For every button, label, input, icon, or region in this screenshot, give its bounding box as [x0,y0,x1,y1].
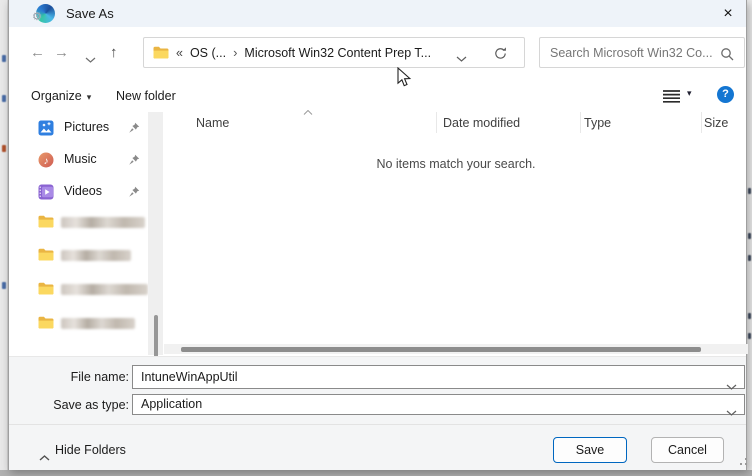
sidebar-item-videos[interactable]: Videos [9,183,148,201]
file-name-value: IntuneWinAppUtil [141,370,238,384]
folder-icon [38,248,54,261]
chevron-down-icon [726,403,737,422]
view-mode-button[interactable] [663,89,680,108]
column-header-type[interactable]: Type [584,116,611,130]
recent-locations-button[interactable] [85,50,96,68]
search-icon [720,47,734,64]
sidebar-item-folder[interactable] [9,280,148,298]
title-bar: ⚙ Save As × [9,0,746,27]
videos-icon [38,184,54,200]
background-window-edge-left [0,0,8,476]
file-name-label: File name: [29,370,129,384]
new-folder-button[interactable]: New folder [116,88,176,105]
sidebar-item-music[interactable]: ♪ Music [9,151,148,169]
refresh-button[interactable] [493,46,508,64]
back-button[interactable]: ← [30,43,45,63]
view-mode-caret[interactable]: ▾ [687,88,692,99]
chevron-down-icon [85,57,96,63]
column-separator [580,112,581,133]
pin-icon [128,186,140,198]
sidebar-item-label: Pictures [64,120,109,134]
save-as-type-label: Save as type: [29,398,129,412]
folder-icon [153,46,169,59]
column-header-size[interactable]: Size [704,116,728,130]
breadcrumb-separator: › [233,45,237,60]
search-input[interactable]: Search Microsoft Win32 Co... [539,37,745,68]
sidebar-item-folder[interactable] [9,314,148,332]
folder-icon [38,316,54,329]
hide-folders-button[interactable] [39,448,50,466]
chevron-down-icon [456,56,467,62]
folder-icon [38,215,54,228]
column-header-name[interactable]: Name [196,116,229,130]
address-bar[interactable]: « OS (... › Microsoft Win32 Content Prep… [143,37,525,68]
file-name-input[interactable]: IntuneWinAppUtil [132,365,745,389]
music-icon: ♪ [38,152,54,168]
cancel-button[interactable]: Cancel [651,437,724,463]
sidebar-item-label: Music [64,152,97,166]
sidebar-item-folder[interactable] [9,246,148,264]
screen-background: ⚙ Save As × ← → ↑ « OS (... › Microsoft … [0,0,752,476]
redacted-folder-label [61,250,131,261]
list-horizontal-scrollbar-thumb[interactable] [181,347,701,352]
background-window-edge-right [747,0,752,476]
caret-down-icon: ▾ [87,92,92,102]
pin-icon [128,154,140,166]
pictures-icon [38,120,54,136]
refresh-icon [493,46,508,61]
mouse-cursor [397,67,412,89]
sidebar-scrollbar[interactable] [148,112,163,355]
save-as-type-select[interactable]: Application [132,394,745,415]
address-dropdown-button[interactable] [456,51,467,65]
search-placeholder: Search Microsoft Win32 Co... [550,46,713,60]
sort-ascending-icon [303,110,313,115]
column-separator [701,112,702,133]
svg-text:♪: ♪ [44,156,49,167]
up-button[interactable]: ↑ [110,43,118,63]
resize-grip[interactable] [736,454,748,466]
help-button[interactable]: ? [717,86,734,103]
organize-button[interactable]: Organize ▾ [31,88,91,105]
redacted-folder-label [61,318,135,329]
background-window-edge-bottom [0,470,752,476]
empty-list-message: No items match your search. [164,157,748,171]
organize-label: Organize [31,89,82,103]
breadcrumb-item-folder[interactable]: Microsoft Win32 Content Prep T... [244,46,431,60]
list-horizontal-scrollbar[interactable] [164,344,748,354]
pin-icon [128,122,140,134]
sidebar-item-pictures[interactable]: Pictures [9,119,148,137]
hide-folders-label[interactable]: Hide Folders [55,443,126,457]
window-title: Save As [66,0,114,27]
sidebar-item-label: Videos [64,184,102,198]
column-header-date-modified[interactable]: Date modified [443,116,520,130]
redacted-folder-label [61,217,145,228]
close-button[interactable]: × [712,1,744,26]
details-view-icon [663,89,680,103]
redacted-folder-label [61,284,148,295]
chevron-up-icon [39,455,50,461]
gear-icon: ⚙ [32,10,42,23]
column-separator [436,112,437,133]
app-icon: ⚙ [36,4,55,23]
folder-icon [38,282,54,295]
breadcrumb-overflow[interactable]: « [176,46,183,60]
save-as-dialog: ⚙ Save As × ← → ↑ « OS (... › Microsoft … [8,0,747,470]
sidebar-item-folder[interactable] [9,213,148,231]
footer-divider [9,424,746,425]
save-as-type-value: Application [141,397,202,411]
forward-button[interactable]: → [54,43,69,63]
save-button[interactable]: Save [553,437,627,463]
breadcrumb-item-drive[interactable]: OS (... [190,46,226,60]
